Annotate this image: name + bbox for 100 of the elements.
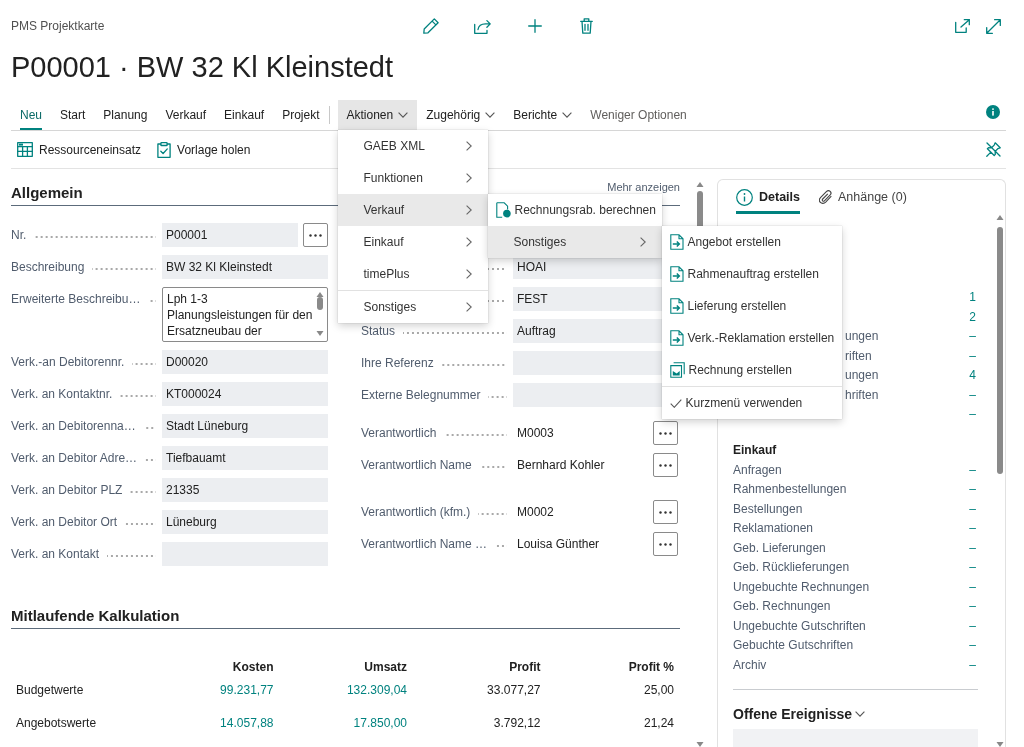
scrollbar[interactable] [996, 214, 1004, 747]
cue-label: Geb. Lieferungen [733, 539, 826, 557]
cue-label: Geb. Rücklieferungen [733, 559, 850, 576]
action-tab[interactable]: Start [60, 100, 86, 130]
input-field[interactable]: Lüneburg [162, 510, 328, 534]
input-field[interactable]: D00020 [162, 350, 328, 374]
pencil-icon [422, 18, 439, 34]
action-tab[interactable]: Neu [20, 100, 42, 130]
amount-link[interactable]: 17.850,00 [273, 710, 407, 736]
menu-item[interactable]: Lieferung erstellen [661, 290, 842, 322]
menu-item[interactable]: Rahmenauftrag erstellen [661, 258, 842, 290]
document-arrow-icon [669, 234, 684, 250]
action-tab[interactable]: Projekt [282, 100, 320, 130]
count-link[interactable]: – [967, 346, 978, 366]
count-link[interactable]: – [967, 616, 978, 636]
show-more-link[interactable]: Mehr anzeigen [607, 181, 680, 194]
menu-item[interactable]: Angebot erstellen [661, 226, 842, 258]
input-field[interactable]: KT000024 [162, 382, 328, 406]
section-title: Offene Ereignisse [733, 706, 853, 722]
menu-button[interactable]: Berichte [504, 100, 582, 130]
count-link[interactable]: 2 [967, 307, 978, 327]
count-link[interactable]: – [967, 538, 978, 558]
cue-label: Rahmenbestellungen [733, 481, 847, 498]
info-icon [986, 105, 1000, 119]
menu-item[interactable]: GAEB XML [337, 130, 488, 162]
column-header: Umsatz [363, 659, 407, 676]
action-button[interactable]: Ressourceneinsatz [11, 138, 148, 161]
cue-label: Geb. Rechnungen [733, 598, 831, 615]
count-link[interactable]: – [967, 577, 978, 597]
panel-tab[interactable]: Details [736, 180, 800, 214]
lookup-button[interactable] [653, 500, 678, 524]
ellipsis-icon [659, 542, 672, 546]
trash-icon [580, 18, 593, 34]
lookup-button[interactable] [653, 453, 678, 477]
less-options-link[interactable]: Weniger Optionen [590, 100, 687, 130]
count-link[interactable]: – [967, 655, 978, 675]
input-field[interactable]: Stadt Lüneburg [162, 414, 328, 438]
page-title: P00001 · BW 32 Kl Kleinstedt [11, 50, 395, 85]
field-label: Nr. [11, 228, 27, 242]
count-link[interactable]: – [967, 558, 978, 578]
amount-link[interactable]: 99.231,77 [140, 677, 274, 703]
menu-item[interactable]: Sonstiges [337, 291, 488, 323]
input-field[interactable]: 21335 [162, 478, 328, 502]
count-link[interactable]: – [967, 385, 978, 405]
amount-link[interactable]: 132.309,04 [273, 677, 407, 703]
count-link[interactable]: – [967, 499, 978, 519]
action-tab[interactable]: Verkauf [165, 100, 207, 130]
menu-button[interactable]: Zugehörig [417, 100, 505, 130]
scrollbar[interactable] [316, 291, 324, 337]
menu-item[interactable]: Rechnung erstellen [661, 354, 842, 386]
cue-label: Anfragen [733, 461, 782, 479]
count-link[interactable]: – [967, 597, 978, 617]
menu-item[interactable]: Einkauf [337, 226, 488, 258]
count-link[interactable]: – [967, 519, 978, 539]
count-link[interactable]: – [967, 327, 978, 347]
row-label: Angebotswerte [15, 715, 98, 732]
cue-label: Ungebuchte Rechnungen [733, 578, 870, 596]
field-label: Externe Belegnummer [361, 388, 481, 402]
lookup-button[interactable] [653, 532, 678, 556]
cue-label: Gebuchte Gutschriften [733, 637, 854, 654]
lookup-button[interactable] [653, 421, 678, 445]
panel-tab[interactable]: Anhänge (0) [819, 180, 907, 214]
cue-label: ungen [845, 328, 879, 345]
field-label: Verantwortlich Name [361, 458, 472, 472]
menu-item[interactable]: Verk.-Reklamation erstellen [661, 322, 842, 354]
input-field[interactable]: BW 32 Kl Kleinstedt [162, 255, 328, 279]
menu-item[interactable]: Sonstiges [487, 226, 662, 258]
amount-value: 33.077,27 [486, 682, 541, 699]
ellipsis-icon [659, 463, 672, 467]
menu-item[interactable]: Verkauf [337, 194, 488, 226]
chevron-down-icon [485, 112, 496, 118]
count-link[interactable]: 4 [967, 366, 978, 386]
field-label: Erweiterte Beschreibu… [11, 292, 141, 306]
field-value: Bernhard Kohler [516, 458, 605, 472]
menu-item[interactable]: Funktionen [337, 162, 488, 194]
count-link[interactable]: – [967, 636, 978, 656]
chevron-down-icon [398, 112, 409, 118]
menu-item[interactable]: Kurzmenü verwenden [661, 387, 842, 419]
text-area[interactable]: Lph 1-3 Planungsleistungen für den Ersatzneubau der [162, 287, 328, 342]
documents-icon [669, 362, 685, 378]
input-field[interactable]: P00001 [162, 223, 298, 247]
field-label: Beschreibung [11, 260, 85, 274]
lookup-button[interactable] [303, 223, 328, 247]
paperclip-icon [819, 189, 832, 205]
ellipsis-icon [659, 431, 672, 435]
count-link[interactable]: – [967, 405, 978, 425]
field-label: Verantwortlich (kfm.) [361, 505, 471, 519]
field-value: Louisa Günther [516, 537, 600, 551]
input-field[interactable]: Tiefbauamt [162, 446, 328, 470]
action-tab[interactable]: Planung [103, 100, 148, 130]
count-link[interactable]: – [967, 480, 978, 500]
action-button[interactable]: Vorlage holen [151, 137, 257, 162]
field-label: Verantwortlich Name … [361, 537, 488, 551]
menu-item[interactable]: Rechnungsrab. berechnen [487, 194, 662, 226]
action-tab[interactable]: Einkauf [224, 100, 265, 130]
menu-button[interactable]: Aktionen [337, 100, 418, 130]
chevron-right-icon [465, 141, 472, 151]
amount-link[interactable]: 14.057,88 [140, 710, 274, 736]
menu-item[interactable]: timePlus [337, 258, 488, 290]
count-link[interactable]: – [967, 460, 978, 480]
